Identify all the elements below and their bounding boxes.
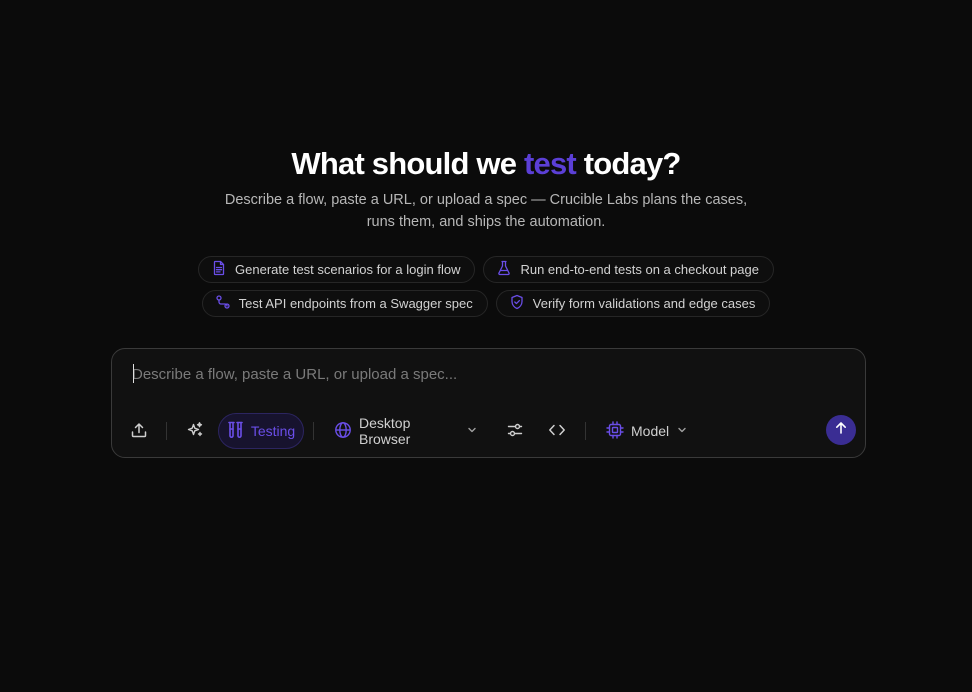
title-accent-word: test bbox=[523, 146, 577, 181]
hero-subtitle: Describe a flow, paste a URL, or upload … bbox=[0, 189, 972, 233]
device-label: Desktop Browser bbox=[359, 415, 411, 447]
subtitle-line-2: runs them, and ships the automation. bbox=[366, 214, 606, 230]
enhance-prompt-button[interactable] bbox=[184, 413, 206, 449]
page: What should we test today? Describe a fl… bbox=[0, 0, 972, 692]
toolbar-divider bbox=[313, 422, 314, 440]
send-button[interactable] bbox=[826, 415, 856, 445]
model-label: Model bbox=[631, 423, 670, 439]
chevron-down-icon bbox=[676, 423, 688, 439]
flask-icon bbox=[496, 260, 512, 279]
suggestion-label: Run end-to-end tests on a checkout page bbox=[520, 262, 759, 277]
code-view-button[interactable] bbox=[546, 413, 568, 449]
device-selector[interactable]: Desktop Browser bbox=[334, 413, 478, 449]
suggestion-chip-swagger[interactable]: Test API endpoints from a Swagger spec bbox=[201, 290, 488, 317]
upload-button[interactable] bbox=[128, 413, 150, 449]
test-tubes-icon bbox=[227, 421, 244, 442]
suggestion-chip-form-validation[interactable]: Verify form validations and edge cases bbox=[495, 290, 771, 317]
title-prefix: What should we bbox=[291, 146, 524, 181]
cpu-chip-icon bbox=[606, 420, 624, 442]
suggestion-row-1: Generate test scenarios for a login flow… bbox=[0, 256, 972, 283]
testing-label: Testing bbox=[250, 423, 296, 439]
composer-toolbar: Testing Desktop Browser Model bbox=[112, 413, 867, 449]
page-title: What should we test today? bbox=[0, 144, 972, 184]
toolbar-divider bbox=[166, 422, 167, 440]
suggestion-chip-checkout[interactable]: Run end-to-end tests on a checkout page bbox=[483, 256, 774, 283]
code-icon bbox=[548, 421, 566, 442]
upload-icon bbox=[130, 421, 148, 442]
title-suffix: today? bbox=[575, 146, 682, 181]
subtitle-line-1: Describe a flow, paste a URL, or upload … bbox=[224, 192, 748, 208]
shield-check-icon bbox=[509, 294, 525, 313]
chevron-down-icon bbox=[466, 423, 478, 439]
globe-icon bbox=[334, 421, 352, 442]
text-caret bbox=[133, 364, 134, 383]
suggestion-chip-login-flow[interactable]: Generate test scenarios for a login flow bbox=[198, 256, 476, 283]
suggestion-label: Generate test scenarios for a login flow bbox=[235, 262, 461, 277]
suggestion-label: Verify form validations and edge cases bbox=[532, 296, 756, 311]
document-icon bbox=[211, 260, 227, 279]
settings-button[interactable] bbox=[504, 413, 526, 449]
arrow-up-icon bbox=[833, 420, 849, 441]
toolbar-divider bbox=[585, 422, 586, 440]
suggestion-label: Test API endpoints from a Swagger spec bbox=[238, 296, 473, 311]
prompt-input[interactable] bbox=[132, 361, 832, 387]
api-route-icon bbox=[215, 294, 231, 313]
suggestion-row-2: Test API endpoints from a Swagger spec V… bbox=[0, 290, 972, 317]
model-selector[interactable]: Model bbox=[606, 413, 690, 449]
sparkles-icon bbox=[186, 421, 204, 442]
sliders-icon bbox=[506, 421, 524, 442]
prompt-composer: Testing Desktop Browser bbox=[111, 348, 866, 458]
testing-mode-toggle[interactable]: Testing bbox=[218, 413, 304, 449]
